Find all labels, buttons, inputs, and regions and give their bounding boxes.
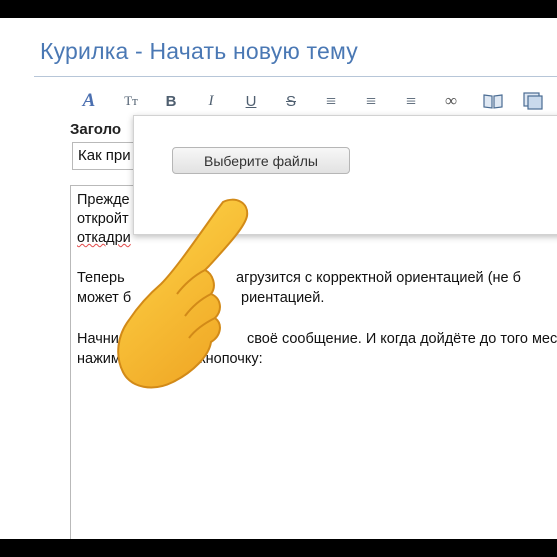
align-right-icon[interactable]: ≡	[400, 90, 422, 112]
align-left-icon[interactable]: ≡	[320, 90, 342, 112]
image-icon[interactable]	[522, 90, 544, 112]
pointing-hand-icon	[117, 198, 249, 389]
underline-icon[interactable]: U	[240, 90, 262, 112]
page: Курилка - Начать новую тему A Tт B I U S…	[0, 18, 557, 539]
choose-files-button[interactable]: Выберите файлы	[172, 147, 350, 174]
strikethrough-icon[interactable]: S	[280, 90, 302, 112]
title-divider	[34, 76, 557, 77]
align-center-icon[interactable]: ≡	[360, 90, 382, 112]
font-color-icon[interactable]: A	[78, 90, 100, 112]
page-title: Курилка - Начать новую тему	[40, 38, 358, 64]
book-icon[interactable]	[482, 90, 504, 112]
editor-toolbar: A Tт B I U S ≡ ≡ ≡ ∞	[78, 90, 557, 114]
bold-icon[interactable]: B	[160, 90, 182, 112]
link-icon[interactable]: ∞	[440, 90, 462, 112]
message-line: своё сообщение. И когда дойдёте до того …	[247, 331, 557, 347]
font-size-icon[interactable]: Tт	[120, 90, 142, 112]
subject-label: Заголо	[70, 121, 122, 138]
italic-icon[interactable]: I	[200, 90, 222, 112]
